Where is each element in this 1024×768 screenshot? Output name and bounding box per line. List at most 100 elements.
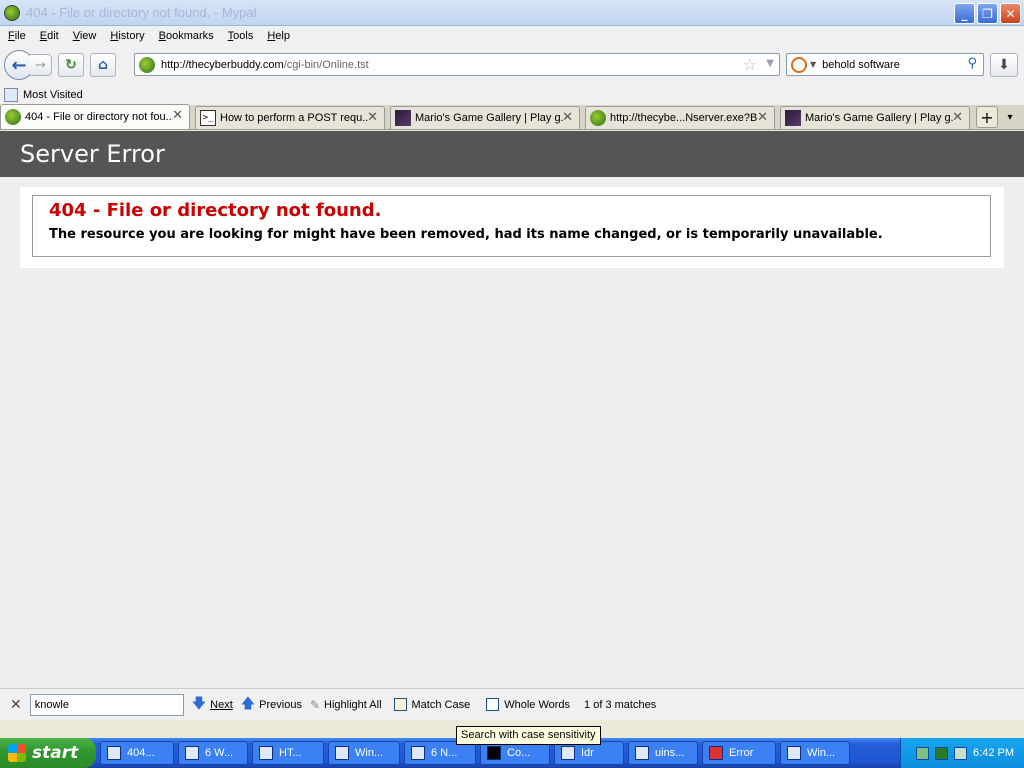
tray-network-icon[interactable] <box>916 746 930 760</box>
tab-title: 404 - File or directory not fou... <box>25 111 173 123</box>
find-previous-label: Previous <box>259 698 302 711</box>
tab-title: How to perform a POST requ... <box>220 112 368 124</box>
menu-bookmarks[interactable]: Bookmarks <box>155 30 218 42</box>
url-bar[interactable]: http://thecyberbuddy.com/cgi-bin/Online.… <box>134 53 780 76</box>
tab-nserver[interactable]: http://thecybe...Nserver.exe?B ✕ <box>585 106 775 129</box>
search-input[interactable]: behold software <box>822 59 900 71</box>
bookmarks-toolbar: Most Visited <box>0 84 1024 105</box>
site-identity-icon[interactable] <box>139 56 155 73</box>
match-case-checkbox[interactable]: Match Case <box>393 698 470 711</box>
taskbar-item-label: uins... <box>655 747 685 759</box>
bookmark-star-icon[interactable]: ☆ <box>743 55 757 74</box>
error-box: 404 - File or directory not found. The r… <box>32 195 991 257</box>
tab-post-request[interactable]: >_ How to perform a POST requ... ✕ <box>195 106 385 129</box>
taskbar-item[interactable]: HT... <box>252 741 324 765</box>
tab-close-icon[interactable]: ✕ <box>562 110 573 125</box>
taskbar-item-label: Win... <box>355 747 384 759</box>
clock[interactable]: 6:42 PM <box>973 747 1014 759</box>
taskbar-item[interactable]: uins... <box>628 741 698 765</box>
search-icon[interactable]: ⚲ <box>967 56 977 71</box>
find-bar: ✕ 🡇 Next 🡅 Previous ✎ Highlight All Matc… <box>0 688 1024 720</box>
downloads-button[interactable]: ⬇ <box>990 53 1018 77</box>
menu-history[interactable]: History <box>106 30 148 42</box>
taskbar-item[interactable]: Win... <box>328 741 400 765</box>
close-button[interactable]: ✕ <box>1000 3 1021 24</box>
maximize-button[interactable]: ❐ <box>977 3 998 24</box>
arrow-up-icon: 🡅 <box>240 695 256 712</box>
new-tab-button[interactable]: + <box>976 106 998 128</box>
search-engine-icon[interactable] <box>791 56 807 73</box>
tab-game-gallery[interactable]: Mario's Game Gallery | Play g... ✕ <box>390 106 580 129</box>
checkbox-icon[interactable] <box>486 698 500 711</box>
tab-close-icon[interactable]: ✕ <box>952 110 963 125</box>
taskbar-item-label: Win... <box>807 747 836 759</box>
minimize-button[interactable]: _ <box>954 3 975 24</box>
window-icon <box>335 746 349 760</box>
chevron-down-icon: ▾ <box>1007 111 1013 123</box>
menu-help[interactable]: Help <box>263 30 294 42</box>
checkbox-icon[interactable] <box>393 698 407 711</box>
menu-edit[interactable]: Edit <box>36 30 63 42</box>
tab-title: Mario's Game Gallery | Play g... <box>805 112 953 124</box>
window-title: 404 - File or directory not found. - Myp… <box>26 5 257 20</box>
find-close-icon[interactable]: ✕ <box>10 697 22 713</box>
menu-bar: File Edit View History Bookmarks Tools H… <box>0 26 1024 46</box>
taskbar-item[interactable]: Error <box>702 741 776 765</box>
tab-game-gallery-2[interactable]: Mario's Game Gallery | Play g... ✕ <box>780 106 970 129</box>
tray-app-icon[interactable] <box>935 746 949 760</box>
tab-close-icon[interactable]: ✕ <box>367 110 378 125</box>
url-text[interactable]: http://thecyberbuddy.com/cgi-bin/Online.… <box>161 59 369 71</box>
folder-icon <box>185 746 199 760</box>
tab-title: http://thecybe...Nserver.exe?B <box>610 112 758 124</box>
window-icon <box>787 746 801 760</box>
error-message: The resource you are looking for might h… <box>49 227 883 242</box>
game-icon <box>395 110 411 126</box>
highlight-all-button[interactable]: ✎ Highlight All <box>310 698 382 712</box>
find-input[interactable] <box>29 693 184 716</box>
arrow-down-icon: 🡇 <box>191 695 207 712</box>
forward-button[interactable]: → <box>30 54 52 76</box>
find-status: 1 of 3 matches <box>584 698 657 711</box>
tray-sync-icon[interactable] <box>954 746 968 760</box>
forward-arrow-icon: → <box>35 57 46 73</box>
home-button[interactable]: ⌂ <box>90 53 116 77</box>
taskbar-item[interactable]: Win... <box>780 741 850 765</box>
search-box[interactable]: ▼ behold software ⚲ <box>786 53 984 76</box>
green-face-icon <box>5 109 21 125</box>
error-title: 404 - File or directory not found. <box>49 200 382 221</box>
taskbar-item[interactable]: 404... <box>100 741 174 765</box>
start-button[interactable]: start <box>0 738 96 768</box>
tab-close-icon[interactable]: ✕ <box>172 108 183 123</box>
tab-list-button[interactable]: ▾ <box>999 106 1021 128</box>
find-next-button[interactable]: 🡇 Next <box>192 693 233 717</box>
url-path: /cgi-bin/Online.tst <box>283 58 369 71</box>
notepad-icon <box>635 746 649 760</box>
console-icon <box>487 746 501 760</box>
green-face-icon <box>590 110 606 126</box>
tab-title: Mario's Game Gallery | Play g... <box>415 112 563 124</box>
taskbar-item-label: 6 N... <box>431 747 458 759</box>
taskbar-item[interactable]: 6 W... <box>178 741 248 765</box>
reload-button[interactable]: ↻ <box>58 53 84 77</box>
navigation-toolbar: ← → ↻ ⌂ http://thecyberbuddy.com/cgi-bin… <box>0 46 1024 84</box>
download-arrow-icon: ⬇ <box>998 57 1010 73</box>
document-icon <box>411 746 425 760</box>
menu-file[interactable]: File <box>4 30 30 42</box>
tab-close-icon[interactable]: ✕ <box>757 110 768 125</box>
title-bar: 404 - File or directory not found. - Myp… <box>0 0 1024 26</box>
app-icon <box>107 746 121 760</box>
bookmark-most-visited[interactable]: Most Visited <box>23 89 83 101</box>
search-engine-dropdown-icon[interactable]: ▼ <box>810 60 816 69</box>
back-forward-group: ← → <box>4 50 52 80</box>
taskbar-item-label: Idr <box>581 747 594 759</box>
tab-404[interactable]: 404 - File or directory not fou... ✕ <box>0 104 190 129</box>
window-controls: _ ❐ ✕ <box>954 3 1021 24</box>
find-previous-button[interactable]: 🡅 Previous <box>241 693 302 717</box>
whole-words-checkbox[interactable]: Whole Words <box>486 698 570 711</box>
terminal-icon: >_ <box>200 110 216 126</box>
app-icon[interactable] <box>4 4 20 21</box>
url-history-dropdown-icon[interactable]: ▼ <box>766 58 774 69</box>
menu-tools[interactable]: Tools <box>224 30 258 42</box>
most-visited-icon <box>4 87 18 102</box>
menu-view[interactable]: View <box>69 30 101 42</box>
